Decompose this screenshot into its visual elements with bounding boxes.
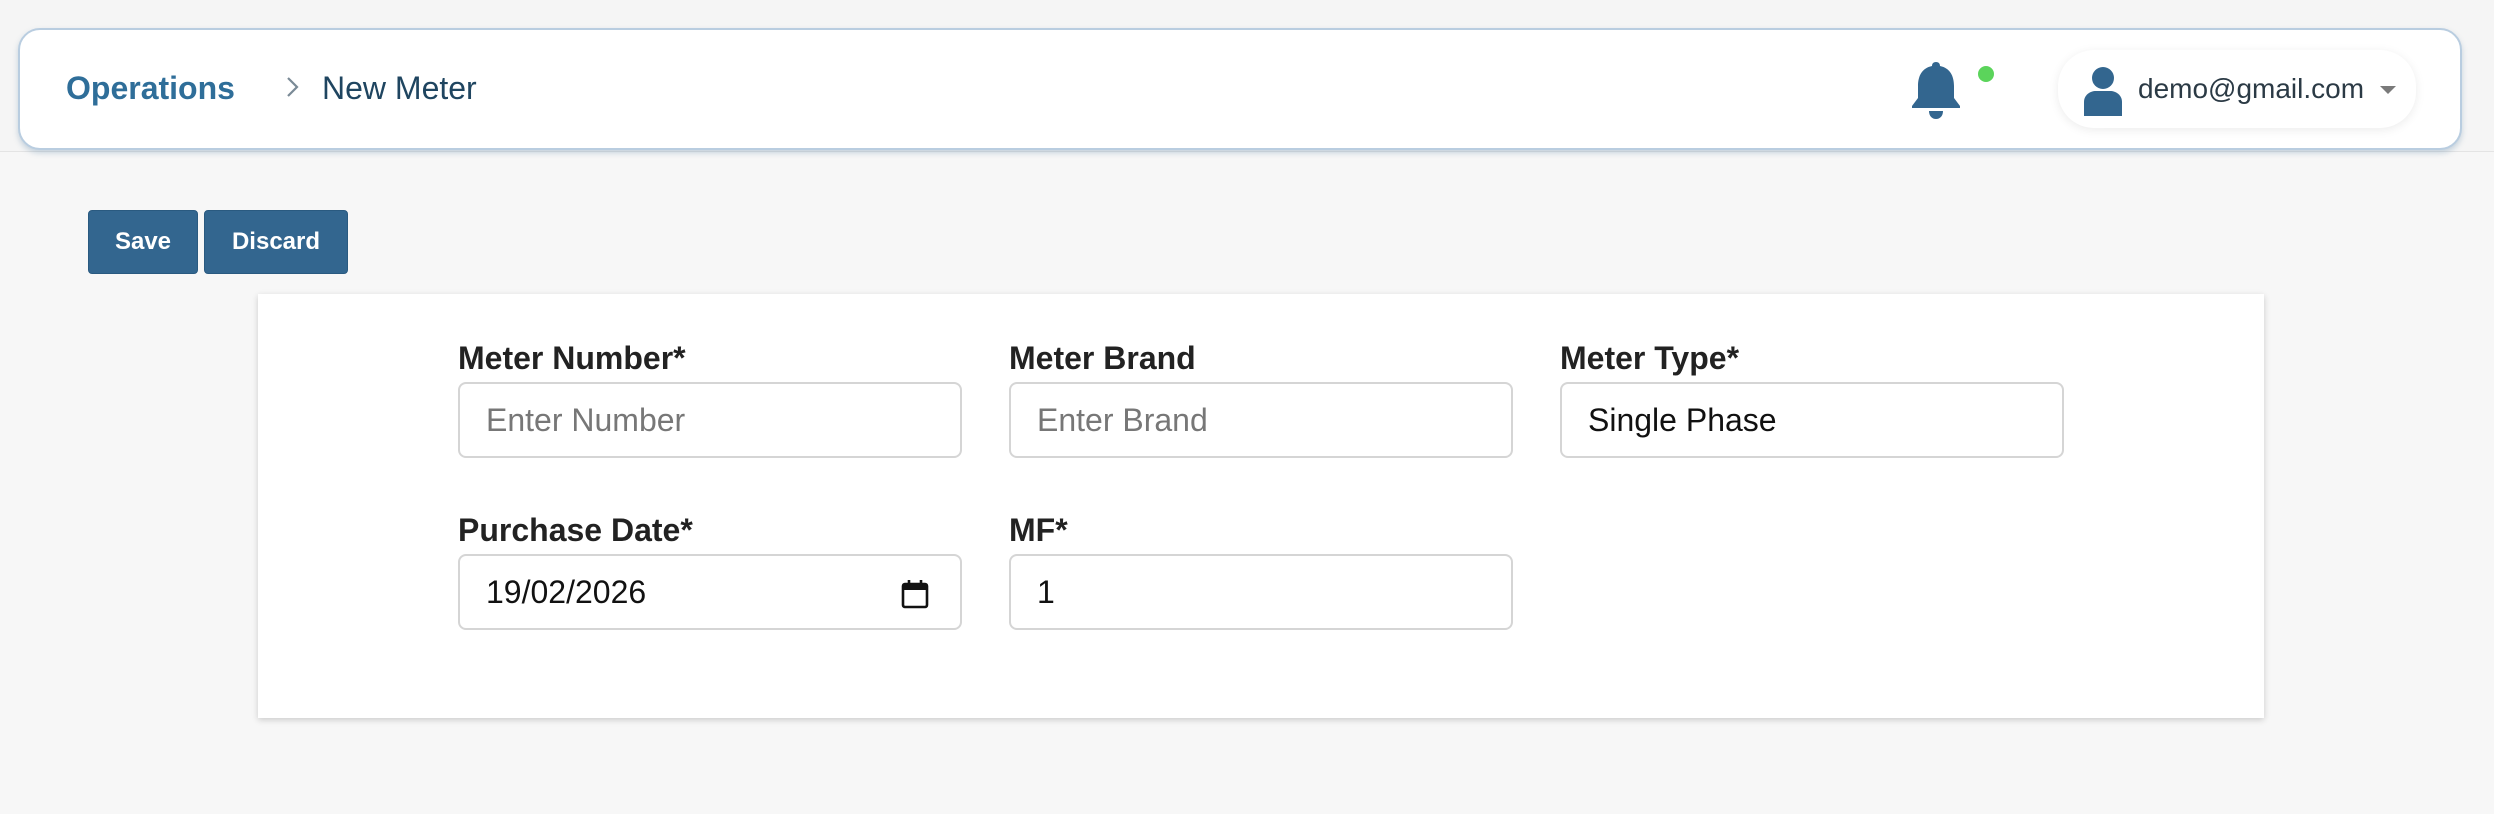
meter-type-value: Single Phase xyxy=(1588,401,1777,438)
meter-brand-input[interactable]: Enter Brand xyxy=(1009,382,1513,458)
meter-number-input[interactable]: Enter Number xyxy=(458,382,962,458)
meter-brand-label: Meter Brand xyxy=(1009,340,1196,376)
meter-number-label: Meter Number* xyxy=(458,340,686,376)
meter-number-placeholder: Enter Number xyxy=(486,401,686,438)
header-bar: Operations New Meter demo@gmail.com xyxy=(18,28,2462,150)
caret-down-icon xyxy=(2380,86,2396,94)
meter-brand-placeholder: Enter Brand xyxy=(1037,401,1208,438)
meter-form-card: Meter Number* Enter Number Meter Brand E… xyxy=(258,294,2264,718)
breadcrumb-operations[interactable]: Operations xyxy=(66,70,235,107)
user-email: demo@gmail.com xyxy=(2138,73,2365,104)
save-button[interactable]: Save xyxy=(88,210,198,274)
user-menu[interactable]: demo@gmail.com xyxy=(2058,50,2416,128)
chevron-right-icon xyxy=(287,77,299,97)
calendar-icon[interactable] xyxy=(900,578,930,610)
purchase-date-value: 19/02/2026 xyxy=(486,573,647,610)
mf-label: MF* xyxy=(1009,512,1068,548)
mf-input[interactable]: 1 xyxy=(1009,554,1513,630)
discard-button[interactable]: Discard xyxy=(204,210,348,274)
user-icon xyxy=(2084,67,2122,116)
purchase-date-label: Purchase Date* xyxy=(458,512,693,548)
breadcrumb-current: New Meter xyxy=(322,70,477,106)
meter-type-select[interactable]: Single Phase xyxy=(1560,382,2064,458)
bell-icon[interactable] xyxy=(1906,58,1966,120)
purchase-date-input[interactable]: 19/02/2026 xyxy=(458,554,962,630)
meter-type-label: Meter Type* xyxy=(1560,340,1740,376)
mf-value: 1 xyxy=(1037,573,1055,610)
notification-dot xyxy=(1978,66,1994,82)
